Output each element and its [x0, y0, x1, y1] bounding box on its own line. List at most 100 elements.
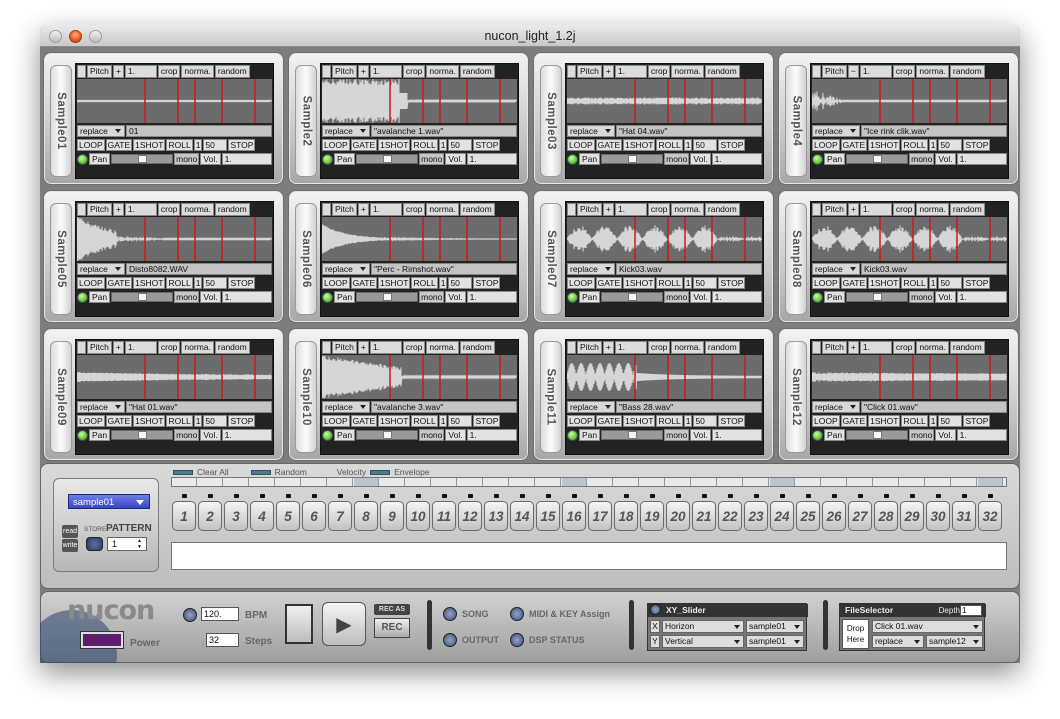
oneshot-button[interactable]: 1SHOT	[133, 277, 166, 289]
oneshot-button[interactable]: 1SHOT	[868, 139, 901, 151]
bracket-toggle[interactable]	[322, 341, 331, 354]
step-button[interactable]: 21	[692, 501, 716, 531]
crop-button[interactable]: crop	[402, 65, 426, 78]
active-led[interactable]	[77, 153, 88, 165]
sample-label-tab[interactable]: Sample08	[785, 203, 807, 315]
waveform-display[interactable]	[77, 217, 272, 261]
mono-toggle[interactable]: mono	[664, 291, 690, 303]
step-button[interactable]: 15	[536, 501, 560, 531]
roll-button[interactable]: ROLL	[901, 415, 928, 427]
pan-slider[interactable]	[846, 430, 909, 440]
output-button[interactable]	[443, 633, 457, 647]
normalize-button[interactable]: norma.	[671, 341, 704, 354]
stop-button[interactable]: STOP	[963, 277, 991, 289]
roll-button[interactable]: ROLL	[656, 139, 683, 151]
dsp-status-button[interactable]	[510, 633, 524, 647]
volume-field[interactable]: 1.	[466, 153, 517, 165]
pan-slider[interactable]	[601, 430, 664, 440]
gate-button[interactable]: GATE	[595, 415, 623, 427]
loop-button[interactable]: LOOP	[567, 277, 595, 289]
volume-field[interactable]: 1.	[466, 429, 517, 441]
waveform-display[interactable]	[77, 79, 272, 123]
crop-button[interactable]: crop	[157, 65, 181, 78]
sample-label-tab[interactable]: Sample12	[785, 341, 807, 453]
x-target-dropdown[interactable]: sample01	[746, 620, 804, 633]
step-button[interactable]: 26	[822, 501, 846, 531]
pitch-value-field[interactable]: 1.	[369, 203, 402, 216]
random-button[interactable]: random	[704, 341, 740, 354]
random-toggle[interactable]	[250, 469, 271, 475]
pan-slider-thumb[interactable]	[628, 293, 638, 301]
normalize-button[interactable]: norma.	[671, 65, 704, 78]
file-name-field[interactable]: Kick03.wav	[616, 263, 762, 275]
bracket-toggle[interactable]	[812, 203, 821, 216]
loop-button[interactable]: LOOP	[322, 415, 350, 427]
stop-button[interactable]: STOP	[228, 139, 256, 151]
volume-field[interactable]: 1.	[956, 153, 1007, 165]
step-button[interactable]: 1	[172, 501, 196, 531]
step-button[interactable]: 14	[510, 501, 534, 531]
file-name-field[interactable]: Disto8082.WAV	[126, 263, 272, 275]
step-button[interactable]: 31	[952, 501, 976, 531]
random-button[interactable]: random	[949, 65, 985, 78]
crop-button[interactable]: crop	[402, 341, 426, 354]
normalize-button[interactable]: norma.	[426, 203, 459, 216]
roll-count-field[interactable]: 1	[683, 139, 693, 151]
oneshot-button[interactable]: 1SHOT	[378, 139, 411, 151]
volume-field[interactable]: 1.	[221, 153, 272, 165]
steps-field[interactable]: 32	[206, 633, 239, 647]
gate-button[interactable]: GATE	[350, 139, 378, 151]
normalize-button[interactable]: norma.	[426, 341, 459, 354]
replace-dropdown[interactable]: replace	[567, 401, 615, 413]
oneshot-button[interactable]: 1SHOT	[623, 277, 656, 289]
pitch-sign-toggle[interactable]: +	[357, 203, 369, 216]
volume-field[interactable]: 1.	[711, 429, 762, 441]
active-led[interactable]	[322, 153, 333, 165]
random-button[interactable]: random	[459, 341, 495, 354]
gate-button[interactable]: GATE	[595, 139, 623, 151]
roll-button[interactable]: ROLL	[166, 415, 193, 427]
normalize-button[interactable]: norma.	[916, 203, 949, 216]
stop-button[interactable]: STOP	[718, 277, 746, 289]
roll-rate-field[interactable]: 50	[203, 139, 228, 151]
normalize-button[interactable]: norma.	[181, 65, 214, 78]
pitch-sign-toggle[interactable]: +	[847, 203, 859, 216]
normalize-button[interactable]: norma.	[181, 203, 214, 216]
store-button[interactable]	[86, 537, 103, 551]
loop-button[interactable]: LOOP	[322, 277, 350, 289]
roll-count-field[interactable]: 1	[438, 139, 448, 151]
stop-button[interactable]: STOP	[473, 139, 501, 151]
stop-button[interactable]: STOP	[228, 277, 256, 289]
file-name-field[interactable]: "Click 01.wav"	[861, 401, 1007, 413]
replace-dropdown[interactable]: replace	[567, 263, 615, 275]
step-button[interactable]: 8	[354, 501, 378, 531]
sample-label-tab[interactable]: Sample11	[540, 341, 562, 453]
step-button[interactable]: 32	[978, 501, 1002, 531]
roll-button[interactable]: ROLL	[656, 415, 683, 427]
replace-dropdown[interactable]: replace	[812, 401, 860, 413]
roll-button[interactable]: ROLL	[411, 277, 438, 289]
roll-count-field[interactable]: 1	[193, 139, 203, 151]
gate-button[interactable]: GATE	[105, 415, 133, 427]
mono-toggle[interactable]: mono	[664, 429, 690, 441]
gate-button[interactable]: GATE	[350, 415, 378, 427]
gate-button[interactable]: GATE	[350, 277, 378, 289]
pitch-sign-toggle[interactable]: +	[847, 341, 859, 354]
pitch-sign-toggle[interactable]: −	[847, 65, 859, 78]
sample-label-tab[interactable]: Sample09	[50, 341, 72, 453]
pitch-sign-toggle[interactable]: +	[357, 65, 369, 78]
stop-button[interactable]: STOP	[718, 415, 746, 427]
oneshot-button[interactable]: 1SHOT	[133, 415, 166, 427]
pan-slider[interactable]	[356, 430, 419, 440]
active-led[interactable]	[567, 291, 578, 303]
pitch-value-field[interactable]: 1.	[859, 65, 892, 78]
replace-dropdown[interactable]: replace	[322, 125, 370, 137]
roll-button[interactable]: ROLL	[411, 139, 438, 151]
pitch-sign-toggle[interactable]: +	[602, 65, 614, 78]
pan-slider[interactable]	[356, 292, 419, 302]
step-button[interactable]: 2	[198, 501, 222, 531]
pan-slider-thumb[interactable]	[383, 155, 393, 163]
waveform-display[interactable]	[322, 355, 517, 399]
gate-button[interactable]: GATE	[840, 277, 868, 289]
file-name-field[interactable]: "Hat 01.wav"	[126, 401, 272, 413]
